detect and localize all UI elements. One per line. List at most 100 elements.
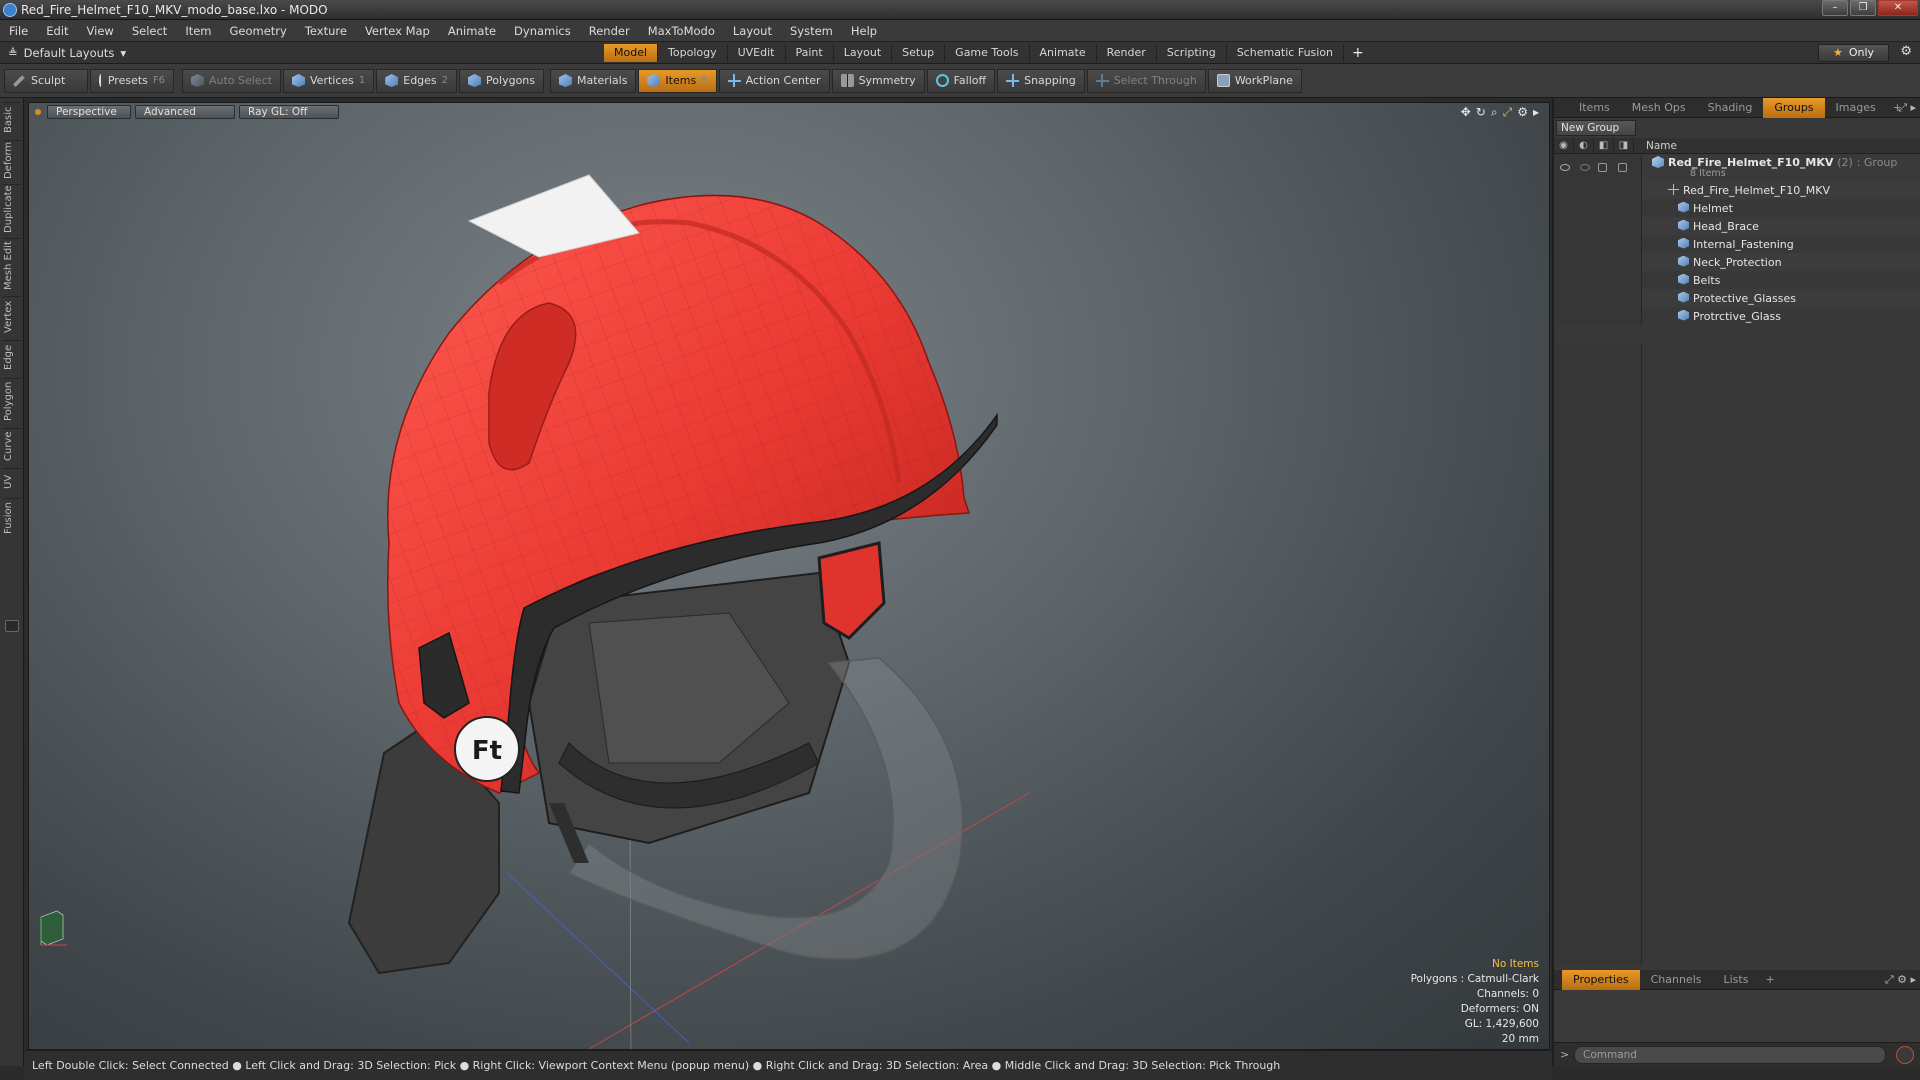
tab-game-tools[interactable]: Game Tools (945, 44, 1030, 62)
polygons-button[interactable]: Polygons (459, 68, 544, 93)
action-center-button[interactable]: Action Center (718, 68, 830, 93)
visibility-column-icon[interactable]: ◉ (1554, 137, 1574, 154)
select-column-icon[interactable]: ◨ (1614, 137, 1634, 154)
tab-items[interactable]: Items (1568, 98, 1621, 118)
left-tab-duplicate[interactable]: Duplicate (3, 184, 21, 234)
menu-file[interactable]: File (0, 24, 37, 38)
minimize-button[interactable]: – (1822, 0, 1848, 16)
tab-groups[interactable]: Groups (1763, 97, 1825, 118)
tree-item-row[interactable]: Neck_Protection (1554, 253, 1920, 271)
zoom-view-icon[interactable]: ⌕ (1491, 105, 1498, 120)
tree-item-row[interactable]: Internal_Fastening (1554, 235, 1920, 253)
only-button[interactable]: ★ Only (1818, 44, 1890, 62)
raygl-button[interactable]: Ray GL: Off (239, 105, 339, 119)
tab-model[interactable]: Model (604, 44, 659, 62)
tab-properties[interactable]: Properties (1562, 969, 1640, 990)
materials-button[interactable]: Materials (550, 68, 637, 93)
close-button[interactable]: ✕ (1878, 0, 1918, 16)
expand-panel-icon[interactable]: ⤢ ▸ (1898, 101, 1916, 115)
left-tab-vertex[interactable]: Vertex (3, 296, 21, 336)
viewport-menu-icon[interactable]: ▸ (1533, 105, 1539, 120)
falloff-button[interactable]: Falloff (926, 68, 996, 93)
left-tab-mesh-edit[interactable]: Mesh Edit (3, 238, 21, 292)
menu-select[interactable]: Select (123, 24, 176, 38)
tab-images[interactable]: Images (1825, 98, 1887, 118)
layout-dropdown[interactable]: ≜ Default Layouts ▾ (8, 46, 126, 60)
lock-checkbox[interactable] (1598, 163, 1607, 172)
left-tab-fusion[interactable]: Fusion (3, 498, 21, 538)
menu-layout[interactable]: Layout (724, 24, 781, 38)
menu-maxtomodo[interactable]: MaxToModo (639, 24, 724, 38)
fit-view-icon[interactable]: ⤢ (1503, 105, 1513, 120)
presets-button[interactable]: Presets F6 (90, 68, 174, 93)
menu-texture[interactable]: Texture (296, 24, 356, 38)
menu-system[interactable]: System (781, 24, 842, 38)
tab-paint[interactable]: Paint (786, 44, 834, 62)
properties-expand-icon[interactable]: ⤢ ⚙ ▸ (1885, 973, 1916, 987)
workplane-button[interactable]: WorkPlane (1207, 68, 1302, 93)
tree-item-row[interactable]: Head_Brace (1554, 217, 1920, 235)
left-tab-uv[interactable]: UV (3, 468, 21, 494)
tab-layout[interactable]: Layout (834, 44, 893, 62)
tab-channels[interactable]: Channels (1640, 970, 1713, 990)
menu-help[interactable]: Help (842, 24, 886, 38)
menu-vertex-map[interactable]: Vertex Map (356, 24, 439, 38)
tab-topology[interactable]: Topology (658, 44, 728, 62)
command-record-button[interactable] (1896, 1046, 1914, 1064)
snapping-button[interactable]: Snapping (997, 68, 1085, 93)
tab-uvedit[interactable]: UVEdit (728, 44, 786, 62)
tab-animate[interactable]: Animate (1030, 44, 1097, 62)
3d-viewport[interactable]: Ft Perspective Advanced Ray GL: Off ✥ ↻ … (28, 102, 1550, 1050)
symmetry-button[interactable]: Symmetry (831, 68, 925, 93)
tab-mesh-ops[interactable]: Mesh Ops (1621, 98, 1697, 118)
items-button[interactable]: Items 5 (638, 68, 717, 93)
tree-item-row[interactable]: Red_Fire_Helmet_F10_MKV (1554, 181, 1920, 199)
move-view-icon[interactable]: ✥ (1461, 105, 1471, 120)
add-properties-tab-button[interactable]: + (1759, 970, 1780, 990)
menu-render[interactable]: Render (580, 24, 639, 38)
select-through-button[interactable]: Select Through (1086, 68, 1206, 93)
tab-shading[interactable]: Shading (1697, 98, 1764, 118)
left-tab-curve[interactable]: Curve (3, 428, 21, 464)
tab-render[interactable]: Render (1097, 44, 1157, 62)
tree-item-row[interactable]: Protective_Glasses (1554, 289, 1920, 307)
tab-schematic-fusion[interactable]: Schematic Fusion (1227, 44, 1345, 62)
panel-toggle-button[interactable] (5, 620, 19, 632)
tab-lists[interactable]: Lists (1713, 970, 1760, 990)
menu-geometry[interactable]: Geometry (221, 24, 296, 38)
gear-icon[interactable]: ⚙ (1900, 44, 1912, 59)
menu-view[interactable]: View (78, 24, 123, 38)
shading-mode-button[interactable]: Advanced (135, 105, 235, 119)
maximize-button[interactable]: ❐ (1850, 0, 1876, 16)
left-tab-deform[interactable]: Deform (3, 140, 21, 180)
tree-item-row[interactable]: Protrctive_Glass (1554, 307, 1920, 325)
add-tab-button[interactable]: + (1344, 44, 1372, 62)
menu-item[interactable]: Item (176, 24, 220, 38)
render-icon[interactable] (1580, 164, 1590, 171)
sculpt-button[interactable]: Sculpt (4, 68, 88, 93)
left-tab-polygon[interactable]: Polygon (3, 378, 21, 424)
eye-icon[interactable] (1560, 164, 1570, 171)
command-input[interactable]: Command (1574, 1046, 1886, 1064)
tab-setup[interactable]: Setup (892, 44, 946, 62)
select-checkbox[interactable] (1618, 163, 1627, 172)
tab-scripting[interactable]: Scripting (1157, 44, 1227, 62)
left-tab-basic[interactable]: Basic (3, 102, 21, 136)
viewport-settings-icon[interactable]: ⚙ (1517, 105, 1528, 120)
edges-button[interactable]: Edges 2 (376, 68, 458, 93)
tree-item-row[interactable]: Belts (1554, 271, 1920, 289)
menu-dynamics[interactable]: Dynamics (505, 24, 580, 38)
auto-select-button[interactable]: Auto Select (182, 68, 281, 93)
menu-animate[interactable]: Animate (439, 24, 505, 38)
group-row[interactable]: Red_Fire_Helmet_F10_MKV (2) : Group 8 It… (1554, 155, 1920, 181)
view-mode-button[interactable]: Perspective (47, 105, 131, 119)
vertices-button[interactable]: Vertices 1 (282, 68, 375, 93)
new-group-button[interactable]: New Group (1556, 120, 1636, 136)
lock-column-icon[interactable]: ◧ (1594, 137, 1614, 154)
symmetry-icon (840, 74, 854, 87)
rotate-view-icon[interactable]: ↻ (1476, 105, 1486, 120)
menu-edit[interactable]: Edit (37, 24, 77, 38)
tree-item-row[interactable]: Helmet (1554, 199, 1920, 217)
render-column-icon[interactable]: ◐ (1574, 137, 1594, 154)
left-tab-edge[interactable]: Edge (3, 340, 21, 374)
